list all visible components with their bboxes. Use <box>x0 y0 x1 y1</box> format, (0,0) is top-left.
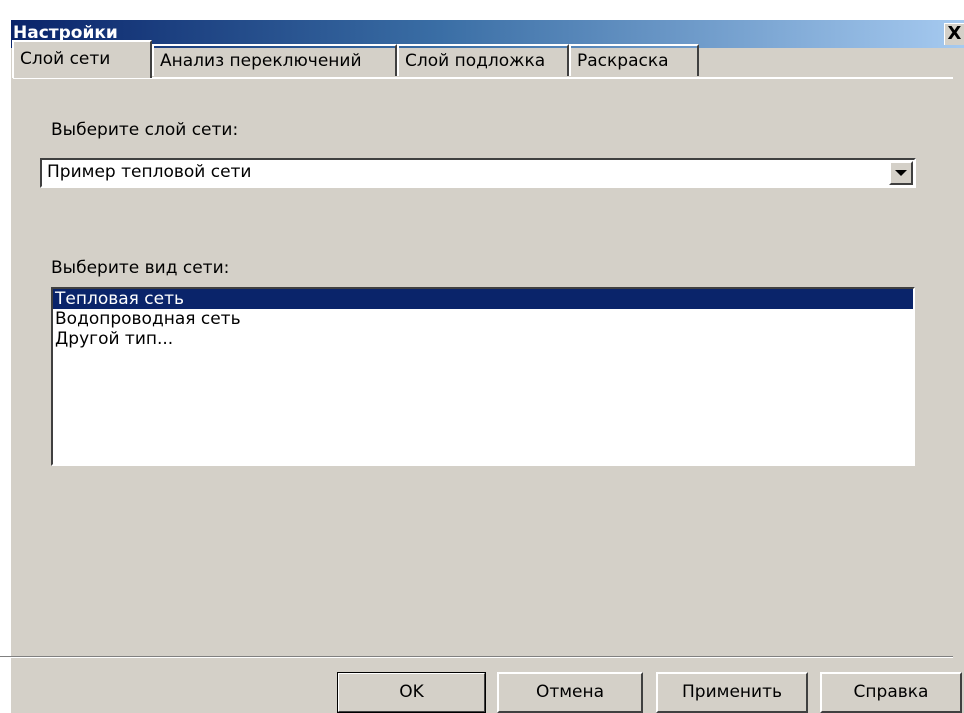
network-type-list[interactable]: Тепловая сеть Водопроводная сеть Другой … <box>51 287 915 466</box>
help-button[interactable]: Справка <box>820 672 962 713</box>
layer-select-value: Пример тепловой сети <box>47 162 252 182</box>
list-item-other-type[interactable]: Другой тип... <box>53 329 913 349</box>
layer-label: Выберите слой сети: <box>51 120 239 140</box>
list-item-water-network[interactable]: Водопроводная сеть <box>53 309 913 329</box>
list-item-heat-network[interactable]: Тепловая сеть <box>53 289 913 309</box>
tab-coloring[interactable]: Раскраска <box>569 44 699 76</box>
chevron-down-icon <box>895 170 907 176</box>
close-button[interactable]: X <box>944 23 964 45</box>
network-type-label: Выберите вид сети: <box>51 258 230 278</box>
close-icon: X <box>947 23 962 44</box>
tab-switch-analysis[interactable]: Анализ переключений <box>152 44 397 76</box>
layer-select[interactable]: Пример тепловой сети <box>40 158 916 188</box>
tab-network-layer[interactable]: Слой сети <box>12 40 152 78</box>
layer-dropdown-button[interactable] <box>889 161 913 185</box>
footer-divider <box>0 656 953 658</box>
ok-button[interactable]: OK <box>337 672 486 713</box>
cancel-button[interactable]: Отмена <box>497 672 643 713</box>
apply-button[interactable]: Применить <box>656 672 808 713</box>
tab-background-layer[interactable]: Слой подложка <box>397 44 569 76</box>
